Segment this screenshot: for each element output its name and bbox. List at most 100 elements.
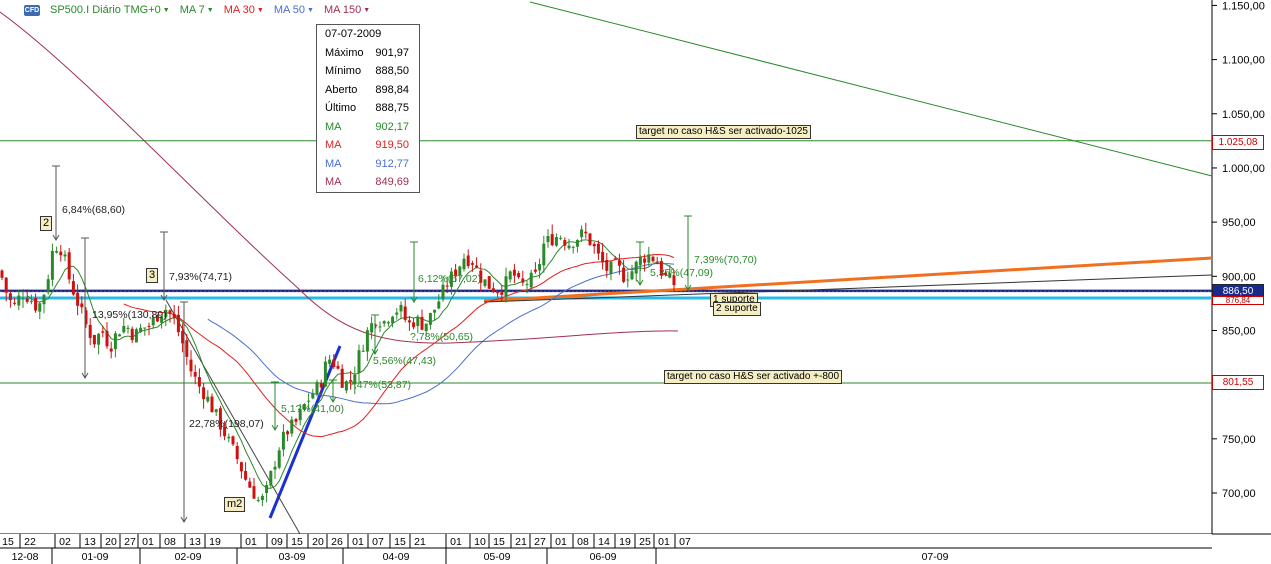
day-label: 21	[515, 536, 527, 548]
day-label: 01	[245, 536, 257, 548]
day-label: 09	[271, 536, 283, 548]
candle-body	[210, 396, 214, 413]
candle-body	[601, 251, 605, 263]
price-box-1025: 1.025,08	[1212, 135, 1264, 150]
candle-body	[437, 301, 441, 309]
price-axis: 700,00750,00800,00850,00900,00950,001.00…	[1212, 0, 1265, 500]
candle-body	[176, 314, 180, 333]
candle-body	[265, 484, 269, 494]
date-axis: 15 22 02 13 20 27 01 08 13 19 01 09 15 20 26 01 07 15 21 01…	[0, 534, 1212, 564]
candle-body	[307, 400, 311, 402]
day-label: 13	[189, 536, 201, 548]
candle-body	[105, 330, 109, 347]
ma7-dropdown-icon[interactable]: ▼	[207, 7, 214, 14]
candle-body	[361, 350, 365, 352]
candle-body	[34, 297, 38, 311]
candle-body	[118, 334, 122, 337]
candle-body	[197, 377, 201, 387]
tooltip-row-value: 902,17	[375, 120, 409, 133]
indicator-ma150[interactable]: MA 150	[324, 4, 361, 16]
indicator-ma30[interactable]: MA 30	[224, 4, 255, 16]
target-800-label[interactable]: target no caso H&S ser activado +-800	[664, 370, 843, 384]
candle-body	[134, 329, 138, 343]
ma150-dropdown-icon[interactable]: ▼	[363, 7, 370, 14]
candle-body	[521, 278, 525, 283]
candle-body	[63, 254, 67, 257]
day-label: 01	[142, 536, 154, 548]
candle-body	[189, 359, 193, 372]
target-1025-label[interactable]: target no caso H&S ser activado-1025	[636, 125, 811, 139]
candle-body	[277, 450, 281, 468]
day-label: 08	[164, 536, 176, 548]
y-tick-label: 900,00	[1222, 271, 1256, 283]
tooltip-row-value: 919,50	[375, 139, 409, 152]
symbol-dropdown-icon[interactable]: ▼	[163, 7, 170, 14]
day-label: 19	[619, 536, 631, 548]
candle-body	[172, 313, 176, 318]
wave-tag-3[interactable]: 3	[146, 268, 159, 283]
suporte-2-label[interactable]: 2 suporte	[713, 302, 761, 316]
tooltip-row-value: 849,69	[375, 176, 409, 189]
candle-body	[13, 302, 17, 304]
measure-label: 5,1?%(41,00)	[281, 403, 345, 415]
candle-body	[655, 262, 659, 265]
measure-label: ?,78%(50,65)	[410, 331, 474, 343]
candle-body	[596, 243, 600, 254]
candle-body	[206, 396, 210, 402]
day-label: 08	[577, 536, 589, 548]
candle-body	[525, 284, 529, 286]
indicator-ma7[interactable]: MA 7	[180, 4, 205, 16]
candle-body	[80, 303, 84, 308]
candle-body	[470, 263, 474, 265]
y-tick-label: 1.050,00	[1222, 109, 1265, 121]
day-label: 15	[493, 536, 505, 548]
tooltip-row-label: MA	[325, 139, 342, 152]
month-label: 01-09	[82, 551, 109, 563]
candle-body	[260, 495, 264, 501]
candle-body	[605, 259, 609, 271]
ma50-dropdown-icon[interactable]: ▼	[307, 7, 314, 14]
candle-body	[71, 281, 75, 295]
candle-body	[567, 245, 571, 249]
month-label: 12-08	[12, 551, 39, 563]
ma30-dropdown-icon[interactable]: ▼	[257, 7, 264, 14]
day-label: 01	[450, 536, 462, 548]
indicator-ma50[interactable]: MA 50	[274, 4, 305, 16]
symbol-label[interactable]: SP500.I Diário TMG+0	[50, 4, 161, 16]
candle-body	[46, 279, 50, 293]
candle-body	[588, 233, 592, 245]
candle-body	[554, 237, 558, 246]
candle-body	[88, 324, 92, 338]
candle-body	[504, 276, 508, 297]
candle-body	[386, 322, 390, 324]
candle-body	[512, 269, 516, 276]
tooltip-row: MA 849,69	[317, 173, 419, 192]
candle-body	[424, 323, 428, 332]
candle-body	[416, 316, 420, 326]
day-label: 26	[331, 536, 343, 548]
candle-body	[109, 348, 113, 352]
wave-tag-m2[interactable]: m2	[224, 497, 246, 512]
candle-body	[433, 309, 437, 313]
candle-body	[294, 419, 298, 422]
day-label: 15	[291, 536, 303, 548]
day-label: 01	[555, 536, 567, 548]
candle-body	[563, 240, 567, 246]
day-label: 13	[84, 536, 96, 548]
candle-body	[113, 333, 117, 350]
candle-body	[500, 292, 504, 295]
y-tick-label: 750,00	[1222, 434, 1256, 446]
tooltip-row-value: 888,50	[375, 65, 409, 78]
wave-tag-2[interactable]: 2	[40, 216, 53, 231]
measure-label: 7,93%(74,71)	[169, 271, 233, 283]
candle-body	[370, 323, 374, 333]
candle-body	[269, 471, 273, 486]
candle-body	[59, 251, 63, 256]
chart-header: CFD SP500.I Diário TMG+0 ▼ MA 7 ▼ MA 30 …	[24, 2, 370, 18]
tooltip-row-label: MA	[325, 120, 342, 133]
candle-body	[651, 256, 655, 262]
candle-body	[286, 431, 290, 435]
candle-body	[25, 298, 29, 302]
candle-body	[420, 316, 424, 330]
candle-body	[143, 327, 147, 329]
